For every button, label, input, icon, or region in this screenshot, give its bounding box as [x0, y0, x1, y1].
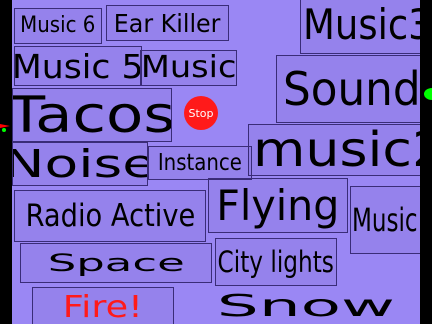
noise-button[interactable]: Noise	[12, 142, 148, 186]
green-edge-sprite-icon	[424, 88, 432, 100]
space-button[interactable]: Space	[20, 243, 212, 283]
fire-button[interactable]: Fire!	[32, 287, 174, 324]
music-5-label: Music 5	[14, 46, 142, 86]
sound-button[interactable]: Sound	[276, 55, 420, 123]
music3-button[interactable]: Music3	[300, 0, 420, 54]
snow-button[interactable]: Snow	[188, 282, 420, 324]
music-4-label: Music 4	[352, 201, 420, 239]
music-6-button[interactable]: Music 6	[14, 8, 102, 44]
music2-label: music2	[253, 124, 420, 176]
snow-label: Snow	[216, 288, 396, 324]
flying-label: Flying	[216, 180, 340, 230]
instance-label: Instance	[157, 149, 243, 176]
green-edge-mark-icon	[2, 128, 6, 132]
space-label: Space	[47, 248, 185, 277]
music-5-button[interactable]: Music 5	[14, 46, 142, 86]
stop-label: Stop	[188, 106, 214, 120]
city-lights-label: City lights	[217, 244, 335, 279]
sound-label: Sound	[283, 62, 420, 116]
music-button[interactable]: Music	[140, 50, 237, 86]
tacos-button[interactable]: Tacos	[12, 88, 172, 142]
music-4-button[interactable]: Music 4	[350, 186, 420, 254]
music-6-label: Music 6	[20, 13, 96, 38]
city-lights-button[interactable]: City lights	[215, 238, 337, 286]
radio-active-button[interactable]: Radio Active	[14, 190, 206, 242]
fire-label: Fire!	[62, 290, 143, 324]
music2-button[interactable]: music2	[248, 124, 420, 176]
instance-button[interactable]: Instance	[148, 146, 252, 180]
radio-active-label: Radio Active	[25, 197, 195, 234]
ear-killer-button[interactable]: Ear Killer	[106, 5, 229, 41]
stop-button[interactable]: Stop	[184, 96, 218, 130]
stage: Music 6 Ear Killer Music3 Music 5 Music …	[12, 0, 420, 324]
flying-button[interactable]: Flying	[208, 178, 348, 233]
ear-killer-label: Ear Killer	[114, 8, 221, 38]
music3-label: Music3	[303, 0, 420, 49]
tacos-label: Tacos	[12, 88, 172, 142]
music-label: Music	[140, 50, 237, 85]
noise-label: Noise	[13, 142, 147, 186]
